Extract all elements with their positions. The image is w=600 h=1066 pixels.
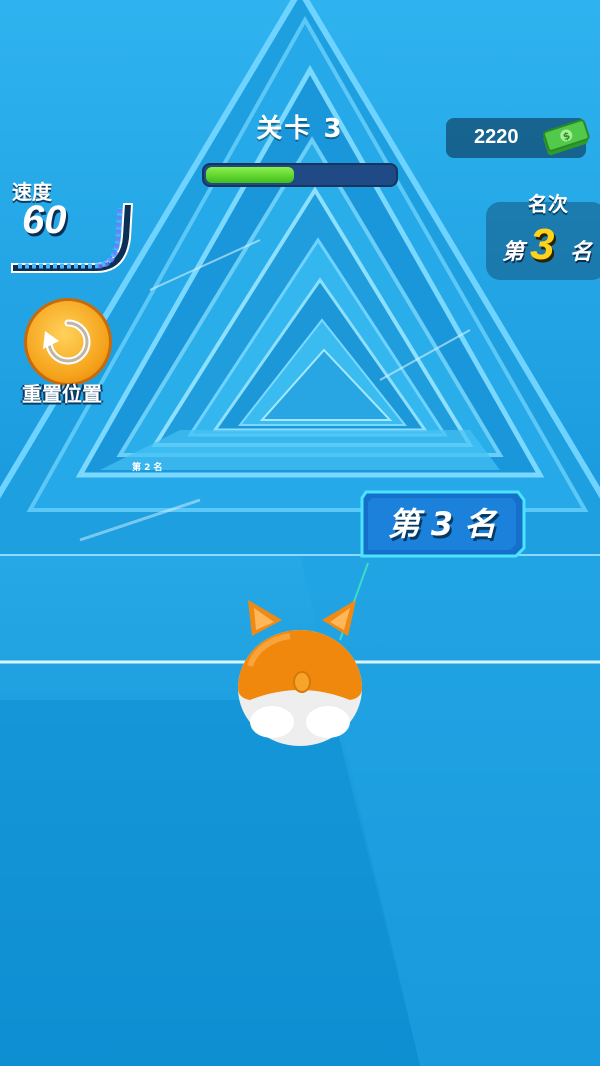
rank-suffix: 名 — [570, 240, 593, 265]
player-rank-tag: 第 3 名 — [358, 488, 526, 560]
player-ball-character — [238, 600, 362, 746]
reset-arrow-icon — [43, 319, 91, 365]
cash-icon: $ — [543, 119, 590, 156]
reset-position-button[interactable] — [24, 298, 112, 386]
player-rank-tag-text: 第 3 名 — [387, 505, 497, 543]
speed-value: 60 — [22, 198, 67, 242]
rank-number: 3 — [530, 220, 555, 269]
opponent-rank-tag: 第 2 名 — [132, 463, 163, 473]
money-counter: 2220 $ — [446, 118, 590, 158]
level-progress-bar — [202, 163, 398, 187]
money-value: 2220 — [474, 126, 519, 148]
rank-label: 名次 — [528, 192, 568, 216]
level-progress-fill — [206, 167, 294, 183]
reset-position-label: 重置位置 — [22, 382, 102, 406]
rank-prefix: 第 — [502, 240, 525, 265]
